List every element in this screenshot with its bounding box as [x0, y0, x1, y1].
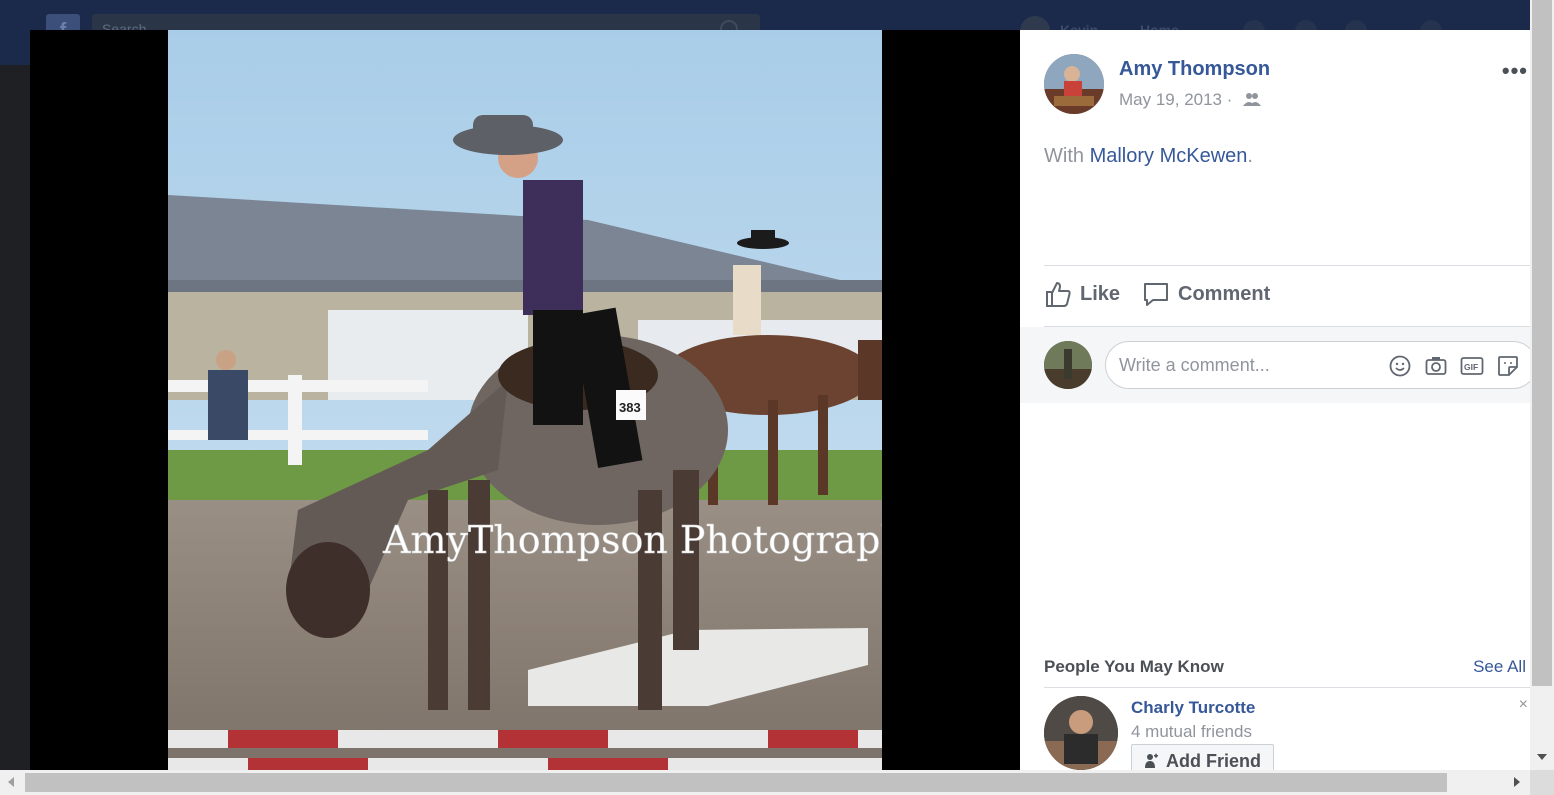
sticker-icon[interactable]	[1496, 354, 1520, 378]
see-all-link[interactable]: See All	[1473, 657, 1526, 677]
emoji-icon[interactable]	[1388, 354, 1412, 378]
comment-bubble-icon	[1144, 283, 1168, 306]
post-side-panel: Amy Thompson May 19, 2013 · ••• With Mal…	[1020, 30, 1530, 770]
scroll-left-arrow-icon[interactable]	[8, 777, 14, 787]
with-prefix: With	[1044, 145, 1084, 167]
like-label: Like	[1080, 282, 1121, 305]
photo-watermark: AmyThompson Photography	[382, 518, 882, 562]
post-photo[interactable]: 383 AmyThompson Photography	[168, 30, 882, 770]
people-you-may-know-title: People You May Know	[1044, 657, 1224, 676]
thumbs-up-icon	[1046, 282, 1071, 307]
post-date[interactable]: May 19, 2013 ·	[1119, 90, 1232, 109]
divider	[1044, 687, 1530, 688]
scrollbar-corner	[1530, 770, 1554, 795]
add-friend-label: Add Friend	[1166, 751, 1261, 770]
photo-viewer[interactable]: 383 AmyThompson Photography	[30, 30, 1020, 770]
vertical-scrollbar[interactable]	[1530, 0, 1554, 770]
post-author-link[interactable]: Amy Thompson	[1119, 58, 1270, 81]
author-avatar[interactable]	[1044, 54, 1104, 114]
suggested-person-photo	[1044, 696, 1118, 770]
divider	[1044, 265, 1530, 266]
bib-number: 383	[619, 400, 641, 415]
horizontal-scroll-thumb[interactable]	[25, 773, 1447, 792]
author-avatar-image	[1044, 54, 1104, 114]
svg-text:GIF: GIF	[1464, 362, 1478, 372]
add-friend-button[interactable]: Add Friend	[1131, 744, 1274, 770]
friends-audience-icon[interactable]	[1243, 91, 1262, 111]
scroll-down-arrow-icon[interactable]	[1537, 754, 1547, 760]
comment-composer: Write a comment... GIF	[1020, 327, 1530, 403]
dismiss-suggestion-icon[interactable]: ×	[1519, 696, 1528, 714]
current-user-avatar-image	[1044, 341, 1092, 389]
comment-input[interactable]: Write a comment... GIF	[1105, 341, 1530, 389]
post-tagged-with: With Mallory McKewen.	[1044, 145, 1253, 168]
vertical-scroll-thumb[interactable]	[1532, 0, 1552, 686]
comment-placeholder: Write a comment...	[1119, 355, 1270, 375]
comment-button[interactable]: Comment	[1142, 280, 1270, 308]
mutual-friends-count[interactable]: 4 mutual friends	[1131, 722, 1252, 742]
post-meta: May 19, 2013 ·	[1119, 90, 1262, 111]
post-options-icon[interactable]: •••	[1502, 58, 1528, 84]
tagged-person-link[interactable]: Mallory McKewen	[1090, 145, 1248, 167]
background-dim	[0, 65, 30, 770]
comment-label: Comment	[1178, 282, 1271, 305]
gif-icon[interactable]: GIF	[1460, 354, 1484, 378]
current-user-avatar[interactable]	[1044, 341, 1092, 389]
add-friend-icon	[1145, 753, 1158, 768]
scroll-right-arrow-icon[interactable]	[1514, 777, 1520, 787]
camera-icon[interactable]	[1424, 354, 1448, 378]
with-suffix: .	[1247, 145, 1253, 167]
like-button[interactable]: Like	[1044, 280, 1120, 308]
horizontal-scrollbar[interactable]	[0, 770, 1530, 795]
suggested-person-avatar[interactable]	[1044, 696, 1118, 770]
horse-riding-photo: 383 AmyThompson Photography	[168, 30, 882, 770]
suggested-person-name[interactable]: Charly Turcotte	[1131, 698, 1255, 718]
